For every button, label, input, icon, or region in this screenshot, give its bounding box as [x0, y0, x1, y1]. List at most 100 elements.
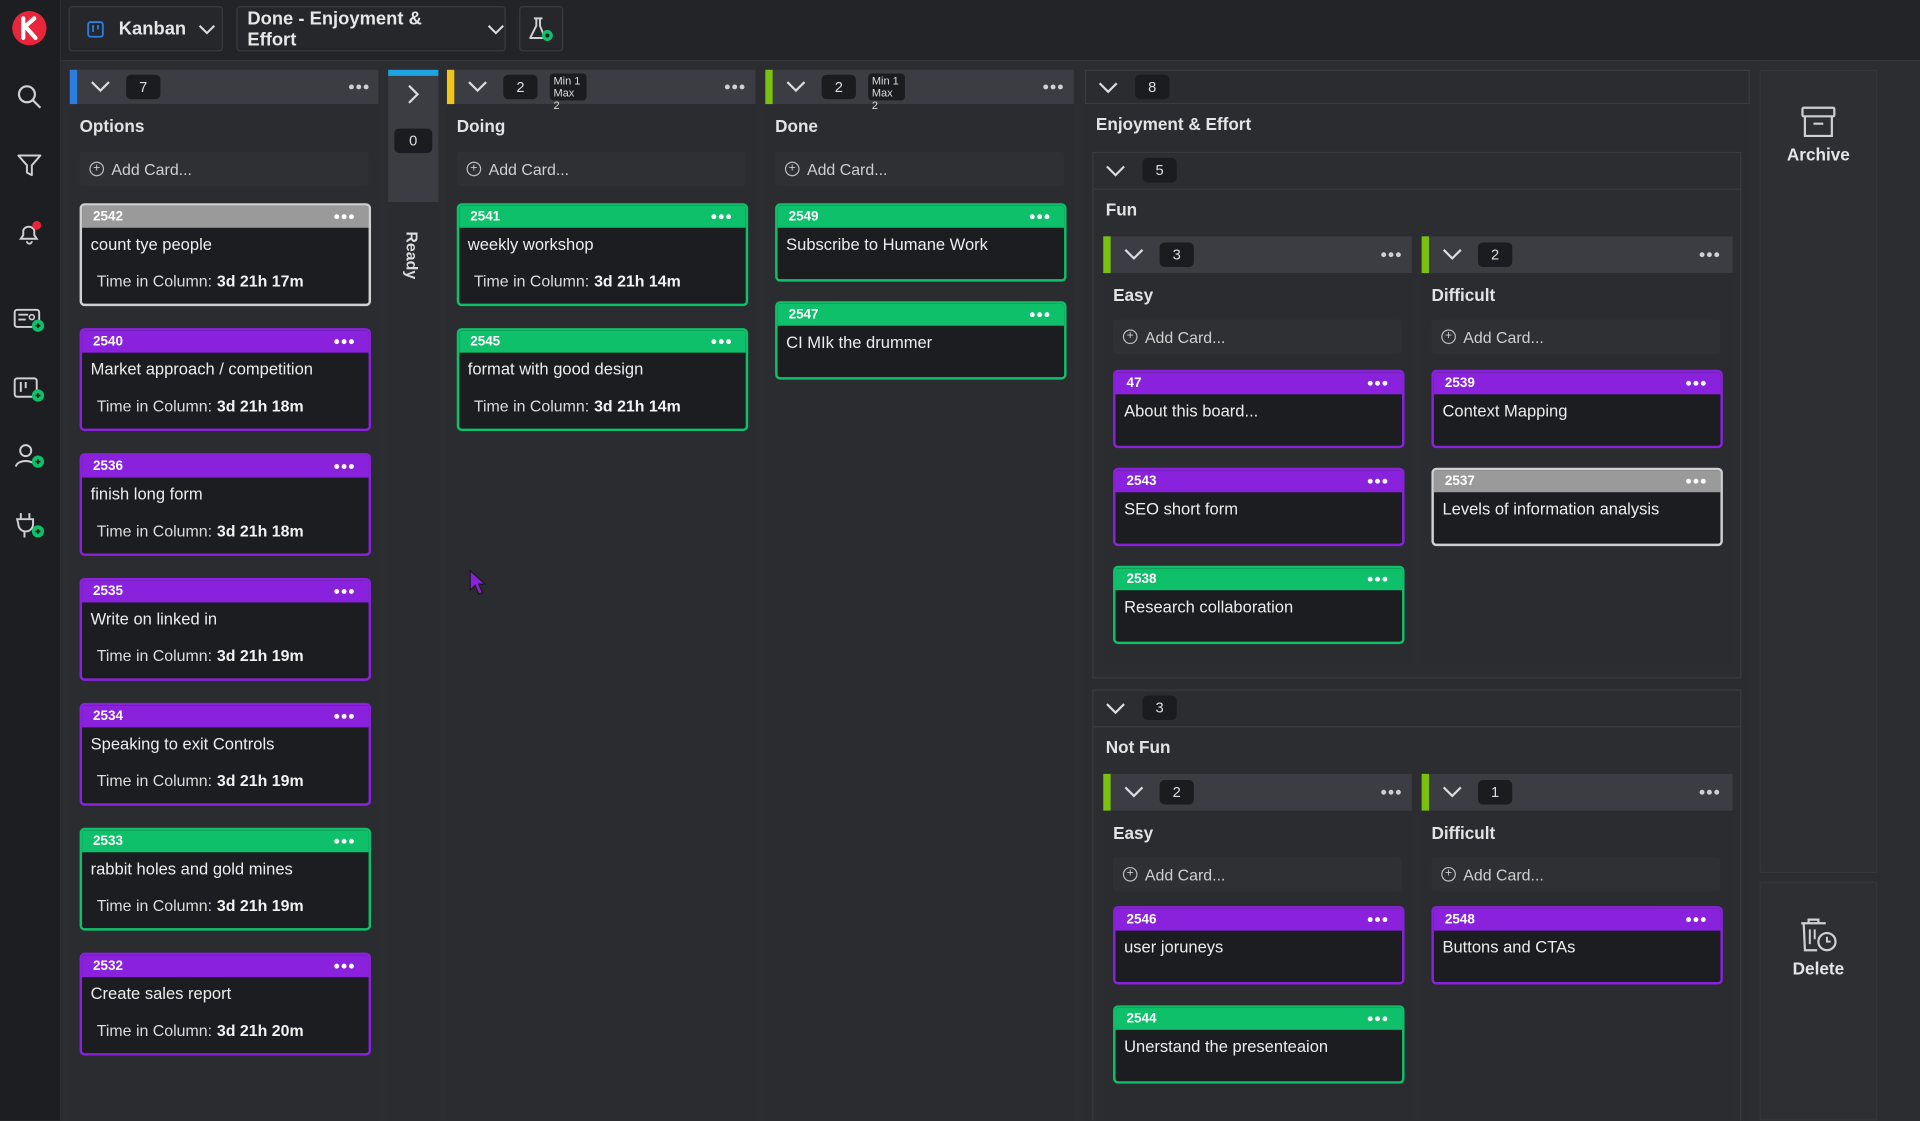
column-menu-icon[interactable]	[722, 78, 746, 95]
card-time-in-column: Time in Column: 3d 21h 18m	[96, 396, 304, 416]
card[interactable]: 2534 Speaking to exit Controls Time in Col…	[79, 702, 372, 806]
card-menu-icon[interactable]	[334, 960, 356, 972]
kanbanize-logo-icon[interactable]	[11, 10, 48, 47]
add-card-button[interactable]: + Add Card...	[1431, 857, 1721, 892]
card[interactable]: 2549 Subscribe to Humane Work	[775, 203, 1067, 282]
add-card-button[interactable]: + Add Card...	[1431, 319, 1721, 354]
card-menu-icon[interactable]	[334, 835, 356, 847]
collapse-chevron-icon[interactable]	[1120, 779, 1147, 806]
card-menu-icon[interactable]	[711, 211, 733, 223]
card-count: 7	[126, 74, 161, 100]
sub-column-title: Fun	[1105, 199, 1138, 220]
card[interactable]: 2535 Write on linked in Time in Column: 3d …	[79, 577, 372, 681]
card-menu-icon[interactable]	[1367, 913, 1390, 925]
delete-drop-zone[interactable]: Delete	[1759, 881, 1878, 1121]
filter-icon[interactable]	[11, 147, 48, 184]
card[interactable]: 2540 Market approach / competition Time in…	[79, 328, 372, 432]
card-menu-icon[interactable]	[711, 336, 733, 348]
collapse-chevron-icon[interactable]	[1439, 241, 1466, 268]
card[interactable]: 2545 format with good design Time in Colum…	[456, 328, 749, 432]
card-title: Context Mapping	[1442, 401, 1568, 421]
card[interactable]: 2542 count tye people Time in Column: 3d 21…	[79, 203, 372, 307]
lane-title: Difficult	[1431, 822, 1496, 843]
card[interactable]: 2548 Buttons and CTAs	[1431, 906, 1723, 985]
card[interactable]: 47 About this board...	[1113, 369, 1405, 449]
add-card-button[interactable]: + Add Card...	[1113, 319, 1403, 354]
column-menu-icon[interactable]	[1041, 78, 1065, 95]
lane-menu-icon[interactable]	[1379, 246, 1403, 263]
notifications-icon[interactable]	[11, 214, 48, 251]
search-icon[interactable]	[11, 78, 48, 115]
card-header: 2534	[82, 705, 369, 728]
card[interactable]: 2538 Research collaboration	[1113, 565, 1405, 645]
integrations-icon[interactable]	[11, 507, 48, 544]
collapse-chevron-icon[interactable]	[1095, 75, 1122, 102]
card-id: 2549	[788, 209, 819, 225]
card[interactable]: 2533 rabbit holes and gold mines Time in C…	[79, 827, 372, 931]
card-time-in-column: Time in Column: 3d 21h 19m	[96, 646, 304, 665]
card-menu-icon[interactable]	[334, 585, 356, 597]
add-card-button[interactable]: + Add Card...	[79, 151, 369, 187]
card[interactable]: 2547 CI MIk the drummer	[775, 301, 1067, 380]
card-menu-icon[interactable]	[334, 460, 356, 472]
card[interactable]: 2543 SEO short form	[1113, 467, 1405, 547]
delete-timer-icon	[1801, 918, 1837, 952]
delete-label: Delete	[1792, 958, 1845, 979]
lane-title: Difficult	[1431, 285, 1496, 305]
card-time-in-column: Time in Column: 3d 21h 14m	[473, 271, 681, 291]
card-menu-icon[interactable]	[1686, 913, 1708, 925]
board-add-icon[interactable]	[11, 371, 48, 408]
view-name: Done - Enjoyment & Effort	[247, 7, 422, 50]
card-menu-icon[interactable]	[1367, 377, 1390, 389]
card[interactable]: 2539 Context Mapping	[1431, 369, 1723, 449]
card-id: 2533	[93, 833, 124, 849]
card[interactable]: 2537 Levels of information analysis	[1431, 467, 1723, 547]
archive-drop-zone[interactable]: Archive	[1759, 69, 1878, 874]
card-title: Create sales report	[90, 984, 232, 1003]
lane-menu-icon[interactable]	[1379, 784, 1403, 801]
card-menu-icon[interactable]	[1029, 309, 1052, 321]
card-header: 2539	[1433, 372, 1721, 395]
card-menu-icon[interactable]	[334, 710, 356, 722]
collapse-chevron-icon[interactable]	[1102, 696, 1129, 723]
card-count: 3	[1159, 242, 1194, 267]
card-menu-icon[interactable]	[1029, 211, 1052, 223]
column-ready-collapsed[interactable]: 0	[388, 69, 439, 203]
card[interactable]: 2546 user joruneys	[1113, 906, 1405, 985]
collapse-chevron-icon[interactable]	[1120, 241, 1147, 268]
card-menu-icon[interactable]	[1367, 573, 1390, 585]
card-header: 2544	[1115, 1007, 1403, 1030]
card-time-value: 3d 21h 19m	[216, 896, 304, 915]
card-menu-icon[interactable]	[1367, 1013, 1390, 1025]
user-add-icon[interactable]	[11, 438, 48, 475]
add-card-button[interactable]: + Add Card...	[775, 151, 1065, 187]
card-menu-icon[interactable]	[1367, 475, 1390, 487]
card[interactable]: 2536 finish long form Time in Column: 3d 21…	[79, 453, 372, 556]
card-menu-icon[interactable]	[334, 211, 356, 223]
card-menu-icon[interactable]	[1686, 475, 1708, 487]
view-selector[interactable]: Done - Enjoyment & Effort	[236, 6, 506, 52]
lane-not-fun-easy: 2 Easy + Add Card... 2546 user joruneys 254…	[1103, 773, 1412, 1121]
card[interactable]: 2532 Create sales report Time in Column: 3d…	[79, 952, 372, 1056]
board-type-selector[interactable]: Kanban	[68, 6, 223, 52]
wip-limits: Min 1 Max 2	[549, 73, 587, 111]
add-card-button[interactable]: + Add Card...	[456, 151, 746, 187]
lane-menu-icon[interactable]	[1697, 784, 1721, 801]
expand-chevron-icon[interactable]	[400, 81, 427, 108]
card[interactable]: 2541 weekly workshop Time in Column: 3d 21h…	[456, 203, 749, 307]
add-card-button[interactable]: + Add Card...	[1113, 857, 1403, 892]
workflow-lab-button[interactable]	[519, 6, 564, 52]
sub-column-header: 5	[1093, 153, 1741, 190]
card-settings-icon[interactable]	[11, 301, 48, 338]
collapse-chevron-icon[interactable]	[782, 73, 809, 100]
collapse-chevron-icon[interactable]	[87, 73, 114, 100]
collapse-chevron-icon[interactable]	[1439, 779, 1466, 806]
collapse-chevron-icon[interactable]	[1102, 158, 1129, 185]
collapse-chevron-icon[interactable]	[464, 73, 491, 100]
lane-menu-icon[interactable]	[1697, 246, 1721, 263]
column-menu-icon[interactable]	[347, 78, 371, 95]
card[interactable]: 2544 Unerstand the presenteaion	[1113, 1005, 1405, 1084]
chevron-down-icon	[198, 24, 216, 34]
card-menu-icon[interactable]	[1686, 377, 1708, 389]
card-menu-icon[interactable]	[334, 336, 356, 348]
